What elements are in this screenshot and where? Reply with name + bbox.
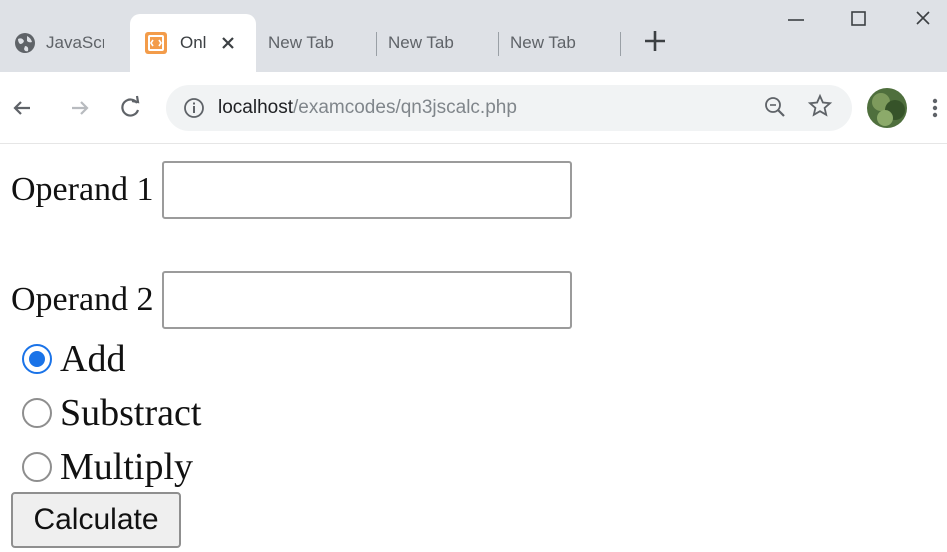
tab-strip: JavaScr Onl New Tab New Tab New Tab — [0, 0, 947, 72]
radio-option-substract[interactable]: Substract — [22, 391, 201, 435]
browser-toolbar: localhost/examcodes/qn3jscalc.php — [0, 72, 947, 144]
profile-avatar[interactable] — [867, 88, 907, 128]
calculate-button[interactable]: Calculate — [11, 492, 181, 548]
forward-arrow-icon[interactable] — [66, 94, 94, 122]
operand1-row: Operand 1 — [11, 161, 572, 219]
multiply-radio-label: Multiply — [60, 446, 194, 488]
maximize-icon[interactable] — [840, 8, 876, 32]
tab-label: New Tab — [268, 33, 334, 52]
tab-new-tab-3[interactable]: New Tab — [498, 14, 616, 72]
zoom-icon[interactable] — [762, 94, 788, 120]
kebab-menu-icon[interactable] — [926, 94, 944, 122]
operand1-input[interactable] — [161, 161, 572, 219]
operand2-row: Operand 2 — [11, 271, 572, 329]
tab-label: JavaScr — [46, 33, 104, 52]
html-favicon-icon — [145, 32, 167, 54]
new-tab-plus-icon[interactable] — [642, 28, 668, 54]
url-text: localhost/examcodes/qn3jscalc.php — [218, 97, 517, 119]
window-close-icon[interactable] — [905, 8, 941, 32]
tab-label: New Tab — [388, 33, 454, 52]
tab-new-tab-2[interactable]: New Tab — [376, 14, 494, 72]
url-path: /examcodes/qn3jscalc.php — [293, 97, 517, 118]
back-arrow-icon[interactable] — [8, 94, 36, 122]
reload-icon[interactable] — [116, 94, 144, 122]
close-icon[interactable] — [218, 33, 238, 53]
radio-option-multiply[interactable]: Multiply — [22, 445, 193, 489]
info-icon[interactable] — [182, 96, 206, 120]
operand1-label: Operand 1 — [11, 171, 154, 208]
radio-option-add[interactable]: Add — [22, 337, 125, 381]
operand2-input[interactable] — [161, 271, 572, 329]
multiply-radio[interactable] — [22, 452, 52, 482]
page-content: Operand 1 Operand 2 Add Substract Multip… — [0, 145, 947, 552]
tab-label: New Tab — [510, 33, 576, 52]
tab-javascript[interactable]: JavaScr — [14, 14, 126, 72]
avatar-image — [867, 88, 907, 128]
operand2-label: Operand 2 — [11, 281, 154, 318]
address-bar[interactable]: localhost/examcodes/qn3jscalc.php — [166, 85, 852, 131]
bookmark-star-icon[interactable] — [806, 92, 834, 120]
add-radio[interactable] — [22, 344, 52, 374]
globe-icon — [15, 33, 35, 53]
substract-radio[interactable] — [22, 398, 52, 428]
tab-new-tab-1[interactable]: New Tab — [256, 14, 374, 72]
add-radio-label: Add — [60, 338, 126, 380]
tab-active-online[interactable]: Onl — [130, 14, 256, 72]
minimize-icon[interactable] — [778, 8, 814, 32]
url-host: localhost — [218, 97, 293, 118]
tab-divider — [620, 32, 621, 56]
substract-radio-label: Substract — [60, 392, 202, 434]
tab-label: Onl — [180, 33, 207, 52]
